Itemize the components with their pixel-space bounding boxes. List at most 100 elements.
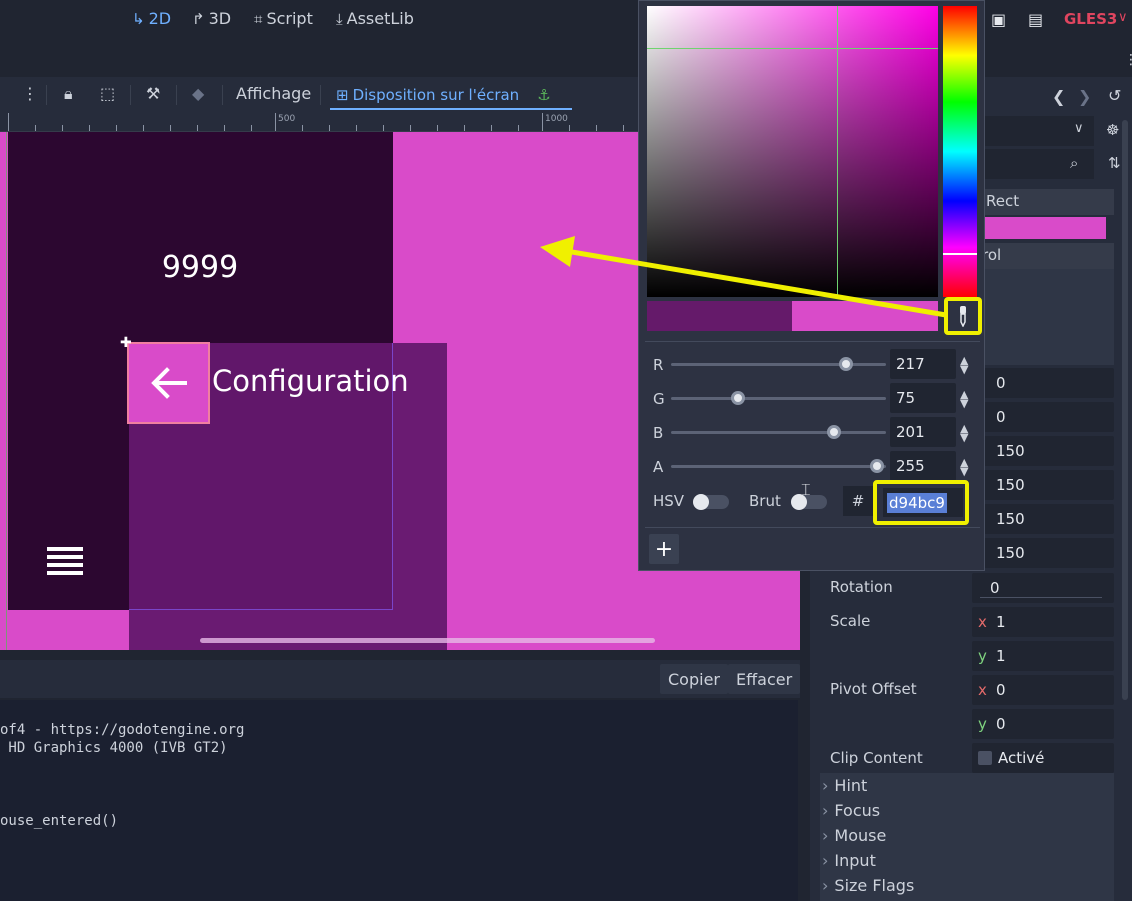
channel-b-value: 201 [896,423,925,441]
object-icon[interactable]: ☸ [1106,121,1119,139]
rotation-slider[interactable] [980,597,1102,598]
pivot-y-field[interactable]: y 0 [972,709,1114,739]
ruler-tick [623,125,624,131]
margin-value[interactable]: 0 [972,402,1114,432]
add-preset-button[interactable]: + [649,534,679,564]
history-back-icon[interactable]: ❮ [1052,87,1065,106]
workspace-tab-label: AssetLib [346,9,414,28]
channel-b-handle[interactable] [827,425,841,439]
ruler-tick [143,125,144,131]
renderer-selector[interactable]: GLES3 [1064,10,1117,28]
channel-a-handle[interactable] [870,459,884,473]
margin-value[interactable]: 150 [972,436,1114,466]
clapper-icon[interactable]: ▤ [1028,10,1043,29]
visibility-icon[interactable]: ◆ [192,84,204,103]
chevron-right-icon: › [822,801,829,820]
view-menu[interactable]: Affichage [236,84,311,103]
previous-color-preview[interactable] [647,301,792,331]
toolbar-separator [130,85,131,105]
group-icon[interactable]: ⬚ [100,84,115,103]
ruler-tick [437,125,438,131]
lock-icon[interactable]: 🔒︎ [64,84,73,104]
workspace-tab-assetlib[interactable]: ⤓ AssetLib [336,9,414,28]
clip-content-checkbox[interactable]: Activé [972,743,1114,773]
margin-value[interactable]: 150 [972,538,1114,568]
channel-r-input[interactable]: 217 [890,349,956,379]
channel-g-handle[interactable] [731,391,745,405]
history-icon[interactable]: ↺ [1108,86,1121,105]
margin-value[interactable]: 150 [972,504,1114,534]
class-header[interactable]: Rect [982,189,1114,215]
output-log[interactable]: of4 - https://godotengine.org HD Graphic… [0,700,798,901]
section-label: Mouse [834,826,887,845]
section-hint[interactable]: › Hint [822,776,867,795]
channel-b-slider[interactable] [671,431,886,434]
eyedropper-icon [960,306,966,327]
pivot-x-value: 0 [996,681,1006,699]
back-button[interactable] [127,342,210,424]
tools-icon[interactable]: ⇅ [1108,154,1121,172]
spinner-arrows-icon[interactable]: ▲ ▼ [960,355,968,375]
section-focus[interactable]: › Focus [822,801,880,820]
movie-icon[interactable]: ▣ [991,10,1006,29]
output-toolbar: Copier Effacer [0,660,801,698]
log-line: ouse_entered() [0,813,119,829]
ruler-tick [89,125,90,131]
workspace-tab-script[interactable]: ⌗ Script [254,9,313,28]
history-forward-icon[interactable]: ❯ [1078,87,1091,106]
hue-marker [943,253,977,255]
color-swatch[interactable] [982,217,1106,239]
section-label: Size Flags [834,876,915,895]
control-header[interactable]: rol [982,243,1114,269]
toggle-knob [693,494,709,510]
channel-g-input[interactable]: 75 [890,383,956,413]
scale-y-field[interactable]: y 1 [972,641,1114,671]
margin-value[interactable]: 0 [972,368,1114,398]
saturation-value-area[interactable] [647,6,938,297]
horizontal-scrollbar[interactable] [200,638,655,643]
scale-x-field[interactable]: x 1 [972,607,1114,637]
channel-r-slider[interactable] [671,363,886,366]
hsv-toggle[interactable] [693,494,729,510]
resource-dropdown[interactable]: ∨ [980,116,1094,146]
picker-separator [645,341,980,342]
filter-properties-input[interactable]: ⌕ [980,149,1094,179]
scale-x-value: 1 [996,613,1006,631]
color-picker-popup: R 217 ▲ ▼ G 75 ▲ ▼ B 201 ▲ ▼ A 255 ▲ ▼ HSV B… [638,0,985,571]
workspace-tab-3d[interactable]: ↱ 3D [192,9,231,28]
copy-button[interactable]: Copier [660,664,728,694]
clip-content-value: Activé [998,749,1045,767]
workspace-tab-2d[interactable]: ↳ 2D [132,9,171,28]
hamburger-menu-icon[interactable] [47,547,83,579]
section-size-flags[interactable]: › Size Flags [822,876,914,895]
spinner-arrows-icon[interactable]: ▲ ▼ [960,457,968,477]
clear-button[interactable]: Effacer [728,664,801,694]
eyedropper-button[interactable] [944,297,982,335]
3d-icon: ↱ [192,9,205,28]
rotation-field[interactable]: 0 [972,573,1114,603]
axis-y-label: y [978,647,987,665]
channel-a-input[interactable]: 255 [890,451,956,481]
spinner-arrows-icon[interactable]: ▲ ▼ [960,423,968,443]
section-mouse[interactable]: › Mouse [822,826,886,845]
more-icon[interactable]: ⋮ [1124,52,1132,68]
spinner-arrows-icon[interactable]: ▲ ▼ [960,389,968,409]
bone-icon[interactable]: ⚒ [146,84,160,103]
ruler-tick [410,125,411,131]
hex-input[interactable]: d94bc9 [883,488,963,517]
current-color-preview [792,301,938,331]
layout-grid-icon: ⊞ [336,86,349,104]
layout-menu[interactable]: ⊞ Disposition sur l'écran ⚓ [330,82,572,110]
pivot-x-field[interactable]: x 0 [972,675,1114,705]
channel-b-input[interactable]: 201 [890,417,956,447]
inspector-scrollbar[interactable] [1122,120,1128,700]
section-input[interactable]: › Input [822,851,876,870]
channel-a-slider[interactable] [671,465,886,468]
channel-r-handle[interactable] [839,357,853,371]
axis-x-label: x [978,613,987,631]
margin-value[interactable]: 150 [972,470,1114,500]
channel-g-slider[interactable] [671,397,886,400]
more-options-icon[interactable]: ⋮ [22,84,38,103]
ruler-tick [116,125,117,131]
score-label: 9999 [161,250,239,285]
